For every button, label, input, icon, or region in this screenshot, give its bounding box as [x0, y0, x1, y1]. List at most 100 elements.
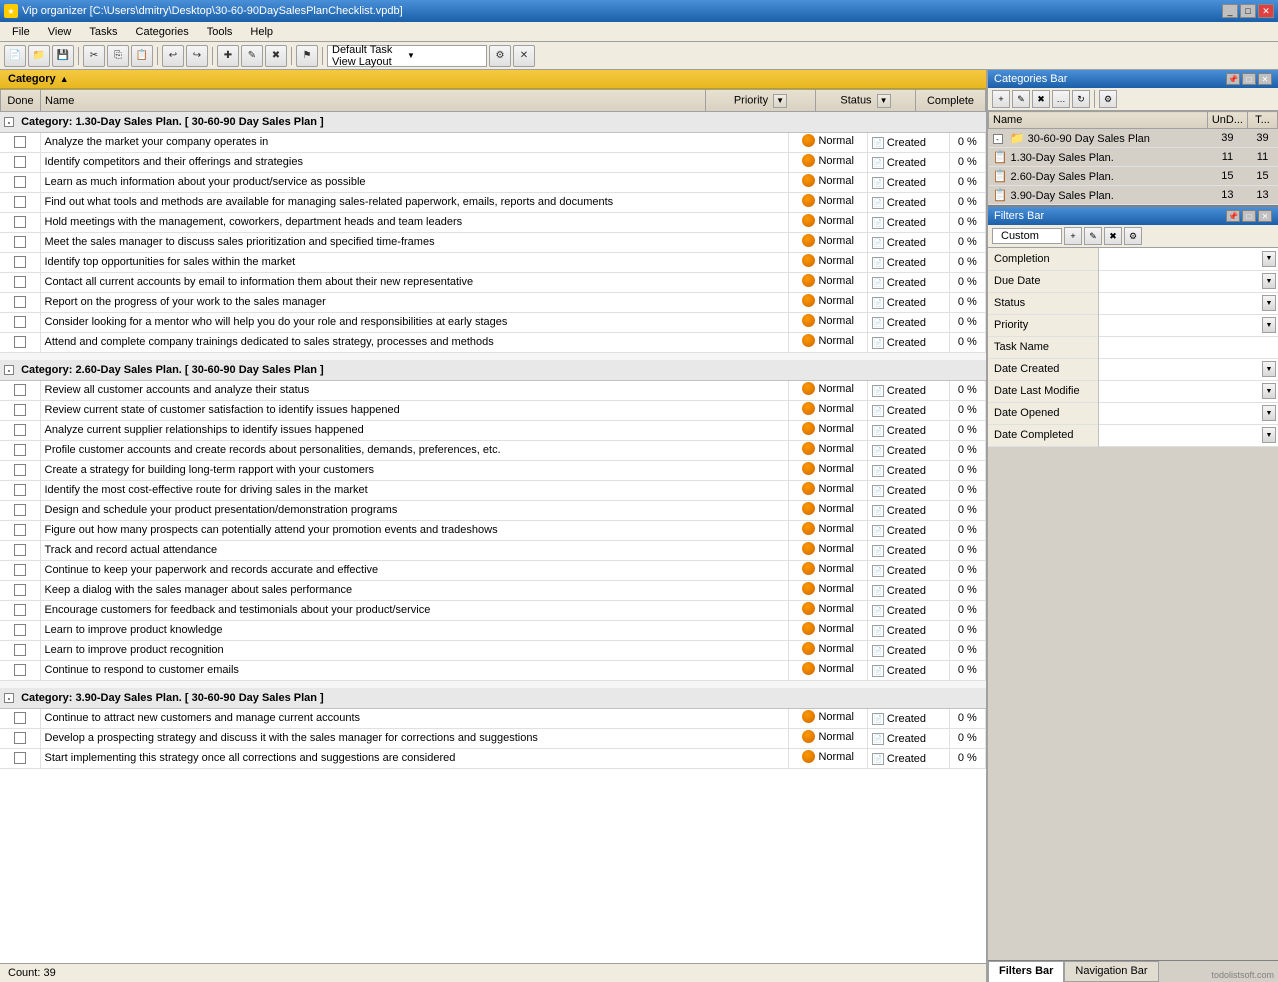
task-checkbox[interactable] — [14, 404, 26, 416]
task-row[interactable]: Report on the progress of your work to t… — [0, 292, 986, 312]
filter-dropdown[interactable]: ▼ — [1101, 360, 1277, 378]
task-row[interactable]: Encourage customers for feedback and tes… — [0, 600, 986, 620]
expand-btn[interactable]: - — [4, 693, 14, 703]
filter-value-cell[interactable]: ▼ — [1098, 292, 1278, 314]
filter-dropdown[interactable]: ▼ — [1101, 272, 1277, 290]
task-checkbox[interactable] — [14, 136, 26, 148]
toolbar-edit-btn[interactable]: ✎ — [241, 45, 263, 67]
status-filter-btn[interactable]: ▼ — [877, 94, 891, 108]
filter-value-cell[interactable]: ▼ — [1098, 358, 1278, 380]
toolbar-open-btn[interactable]: 📁 — [28, 45, 50, 67]
cat-table-row[interactable]: 📋 2.60-Day Sales Plan. 15 15 — [989, 167, 1278, 186]
cat-bar-pin-btn[interactable]: 📌 — [1226, 73, 1240, 85]
toolbar-layout-apply-btn[interactable]: ⚙ — [489, 45, 511, 67]
cat-edit-btn[interactable]: ✎ — [1012, 90, 1030, 108]
task-checkbox[interactable] — [14, 584, 26, 596]
toolbar-copy-btn[interactable]: ⎘ — [107, 45, 129, 67]
filter-dropdown[interactable]: ▼ — [1101, 426, 1277, 444]
task-checkbox[interactable] — [14, 604, 26, 616]
filter-dropdown[interactable]: ▼ — [1101, 250, 1277, 268]
filter-dropdown[interactable]: ▼ — [1101, 382, 1277, 400]
filters-bar-controls[interactable]: 📌 □ ✕ — [1226, 210, 1272, 222]
task-row[interactable]: Continue to attract new customers and ma… — [0, 708, 986, 728]
toolbar-add-task-btn[interactable]: ✚ — [217, 45, 239, 67]
task-checkbox[interactable] — [14, 544, 26, 556]
task-row[interactable]: Learn to improve product recognition Nor… — [0, 640, 986, 660]
layout-dropdown[interactable]: Default Task View Layout ▼ — [327, 45, 487, 67]
task-row[interactable]: Learn as much information about your pro… — [0, 172, 986, 192]
filter-dropdown[interactable]: ▼ — [1101, 316, 1277, 334]
task-row[interactable]: Hold meetings with the management, cowor… — [0, 212, 986, 232]
task-row[interactable]: Identify the most cost-effective route f… — [0, 480, 986, 500]
toolbar-delete-btn[interactable]: ✖ — [265, 45, 287, 67]
filter-value-cell[interactable]: ▼ — [1098, 424, 1278, 446]
task-checkbox[interactable] — [14, 624, 26, 636]
task-row[interactable]: Start implementing this strategy once al… — [0, 748, 986, 768]
task-checkbox[interactable] — [14, 524, 26, 536]
task-row[interactable]: Contact all current accounts by email to… — [0, 272, 986, 292]
expand-btn[interactable]: - — [4, 117, 14, 127]
tab-filters-bar[interactable]: Filters Bar — [988, 961, 1064, 982]
filter-dropdown[interactable]: ▼ — [1101, 404, 1277, 422]
task-row[interactable]: Continue to respond to customer emails N… — [0, 660, 986, 680]
task-checkbox[interactable] — [14, 504, 26, 516]
task-row[interactable]: Meet the sales manager to discuss sales … — [0, 232, 986, 252]
filter-value-cell[interactable]: ▼ — [1098, 248, 1278, 270]
task-row[interactable]: Identify top opportunities for sales wit… — [0, 252, 986, 272]
task-checkbox[interactable] — [14, 752, 26, 764]
filter-add-btn[interactable]: + — [1064, 227, 1082, 245]
task-checkbox[interactable] — [14, 156, 26, 168]
minimize-button[interactable]: _ — [1222, 4, 1238, 18]
category-row[interactable]: - Category: 2.60-Day Sales Plan. [ 30-60… — [0, 360, 986, 380]
toolbar-new-btn[interactable]: 📄 — [4, 45, 26, 67]
task-checkbox[interactable] — [14, 732, 26, 744]
task-checkbox[interactable] — [14, 464, 26, 476]
task-row[interactable]: Review all customer accounts and analyze… — [0, 380, 986, 400]
category-row[interactable]: - Category: 3.90-Day Sales Plan. [ 30-60… — [0, 688, 986, 708]
cat-add-btn[interactable]: + — [992, 90, 1010, 108]
task-scroll-area[interactable]: - Category: 1.30-Day Sales Plan. [ 30-60… — [0, 112, 986, 963]
close-button[interactable]: ✕ — [1258, 4, 1274, 18]
filter-value-cell[interactable] — [1098, 336, 1278, 358]
priority-filter-btn[interactable]: ▼ — [773, 94, 787, 108]
task-checkbox[interactable] — [14, 444, 26, 456]
task-checkbox[interactable] — [14, 216, 26, 228]
cat-settings-btn[interactable]: ⚙ — [1099, 90, 1117, 108]
cat-bar-close-btn[interactable]: ✕ — [1258, 73, 1272, 85]
task-checkbox[interactable] — [14, 296, 26, 308]
cat-table-row[interactable]: 📋 1.30-Day Sales Plan. 11 11 — [989, 148, 1278, 167]
toolbar-layout-reset-btn[interactable]: ✕ — [513, 45, 535, 67]
cat-more-btn[interactable]: … — [1052, 90, 1070, 108]
menu-file[interactable]: File — [4, 24, 38, 40]
toolbar-cut-btn[interactable]: ✂ — [83, 45, 105, 67]
filter-delete-btn[interactable]: ✖ — [1104, 227, 1122, 245]
category-row[interactable]: - Category: 1.30-Day Sales Plan. [ 30-60… — [0, 112, 986, 132]
col-status[interactable]: Status ▼ — [816, 90, 916, 112]
menu-tools[interactable]: Tools — [199, 24, 241, 40]
filter-dropdown-arrow[interactable]: ▼ — [1262, 295, 1276, 311]
task-checkbox[interactable] — [14, 712, 26, 724]
task-row[interactable]: Continue to keep your paperwork and reco… — [0, 560, 986, 580]
filter-dropdown-arrow[interactable]: ▼ — [1262, 251, 1276, 267]
task-checkbox[interactable] — [14, 664, 26, 676]
toolbar-redo-btn[interactable]: ↪ — [186, 45, 208, 67]
col-priority[interactable]: Priority ▼ — [706, 90, 816, 112]
task-row[interactable]: Analyze the market your company operates… — [0, 132, 986, 152]
filter-dropdown-arrow[interactable]: ▼ — [1262, 273, 1276, 289]
filter-bar-pin-btn[interactable]: 📌 — [1226, 210, 1240, 222]
menu-categories[interactable]: Categories — [128, 24, 197, 40]
maximize-button[interactable]: □ — [1240, 4, 1256, 18]
task-checkbox[interactable] — [14, 236, 26, 248]
toolbar-paste-btn[interactable]: 📋 — [131, 45, 153, 67]
menu-help[interactable]: Help — [242, 24, 281, 40]
task-row[interactable]: Consider looking for a mentor who will h… — [0, 312, 986, 332]
categories-bar-controls[interactable]: 📌 □ ✕ — [1226, 73, 1272, 85]
task-checkbox[interactable] — [14, 276, 26, 288]
task-row[interactable]: Identify competitors and their offerings… — [0, 152, 986, 172]
cat-table-row[interactable]: - 📁 30-60-90 Day Sales Plan 39 39 — [989, 129, 1278, 148]
filter-bar-float-btn[interactable]: □ — [1242, 210, 1256, 222]
toolbar-save-btn[interactable]: 💾 — [52, 45, 74, 67]
task-row[interactable]: Profile customer accounts and create rec… — [0, 440, 986, 460]
category-sort-header[interactable]: Category ▲ — [0, 70, 986, 89]
expand-btn[interactable]: - — [4, 365, 14, 375]
